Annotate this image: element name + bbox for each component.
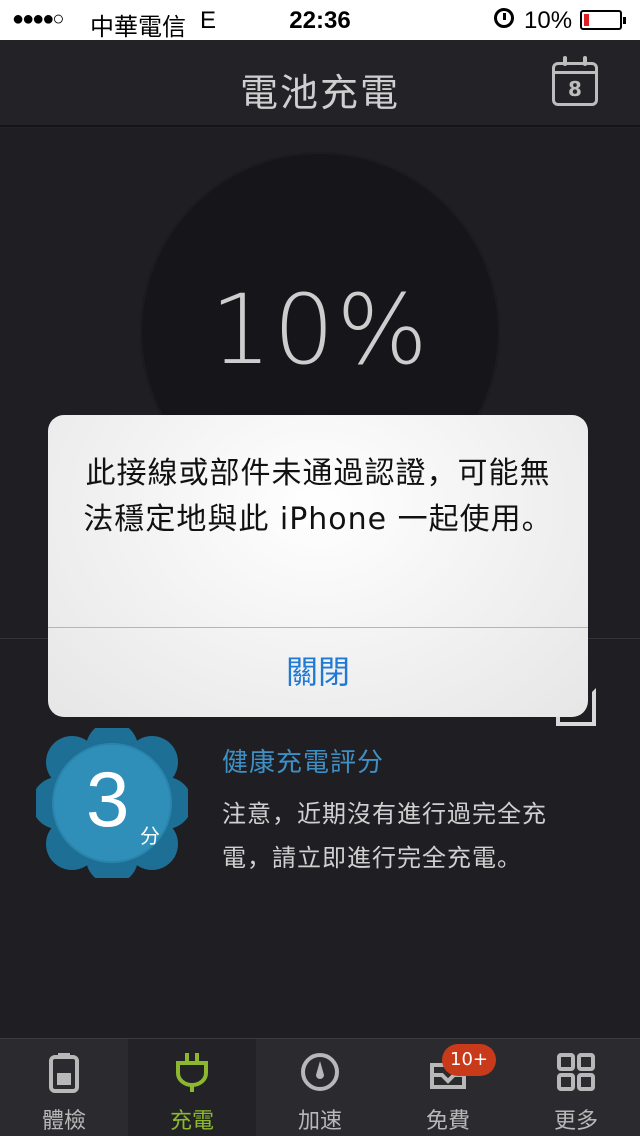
alert-dialog: 此接線或部件未通過認證，可能無法穩定地與此 iPhone 一起使用。 關閉 (48, 415, 588, 717)
health-score-value: 3 (86, 755, 130, 843)
nav-bar: 電池充電 8 (0, 40, 640, 127)
tab-check[interactable]: 體檢 (0, 1039, 128, 1136)
battery-check-icon (49, 1053, 79, 1093)
tab-label: 免費 (425, 1109, 470, 1134)
alert-message: 此接線或部件未通過認證，可能無法穩定地與此 iPhone 一起使用。 (83, 456, 553, 537)
tab-label: 加速 (297, 1109, 342, 1134)
tab-more[interactable]: 更多 (512, 1039, 640, 1136)
status-battery-percent: 10% (524, 7, 573, 34)
notification-badge: 10+ (442, 1044, 496, 1076)
tab-bar: 體檢 充電 加速 免費 更多 (0, 1038, 640, 1136)
battery-level-text: 10% (210, 274, 430, 386)
health-score-badge: 3 分 (36, 728, 188, 878)
tab-label: 充電 (169, 1109, 214, 1134)
health-score-unit: 分 (140, 824, 160, 848)
tab-label: 體檢 (41, 1109, 86, 1134)
battery-icon (580, 10, 626, 30)
health-description: 注意，近期沒有進行過完全充電，請立即進行完全充電。 (222, 800, 547, 872)
status-bar: ●●●●○ 中華電信 E 22:36 10% (0, 0, 640, 41)
health-title: 健康充電評分 (222, 748, 385, 778)
calendar-day: 8 (568, 77, 582, 101)
alarm-icon (494, 8, 514, 28)
calendar-ring (563, 56, 567, 66)
close-button[interactable]: 關閉 (48, 628, 588, 717)
speed-gauge-icon (301, 1053, 339, 1091)
tab-charge[interactable]: 充電 (128, 1039, 256, 1136)
plug-icon (176, 1053, 208, 1092)
grid-icon (557, 1053, 595, 1091)
page-title: 電池充電 (239, 71, 400, 115)
tab-label: 更多 (553, 1109, 598, 1134)
calendar-icon[interactable]: 8 (552, 56, 598, 106)
calendar-ring (583, 56, 587, 66)
tab-speed[interactable]: 加速 (256, 1039, 384, 1136)
